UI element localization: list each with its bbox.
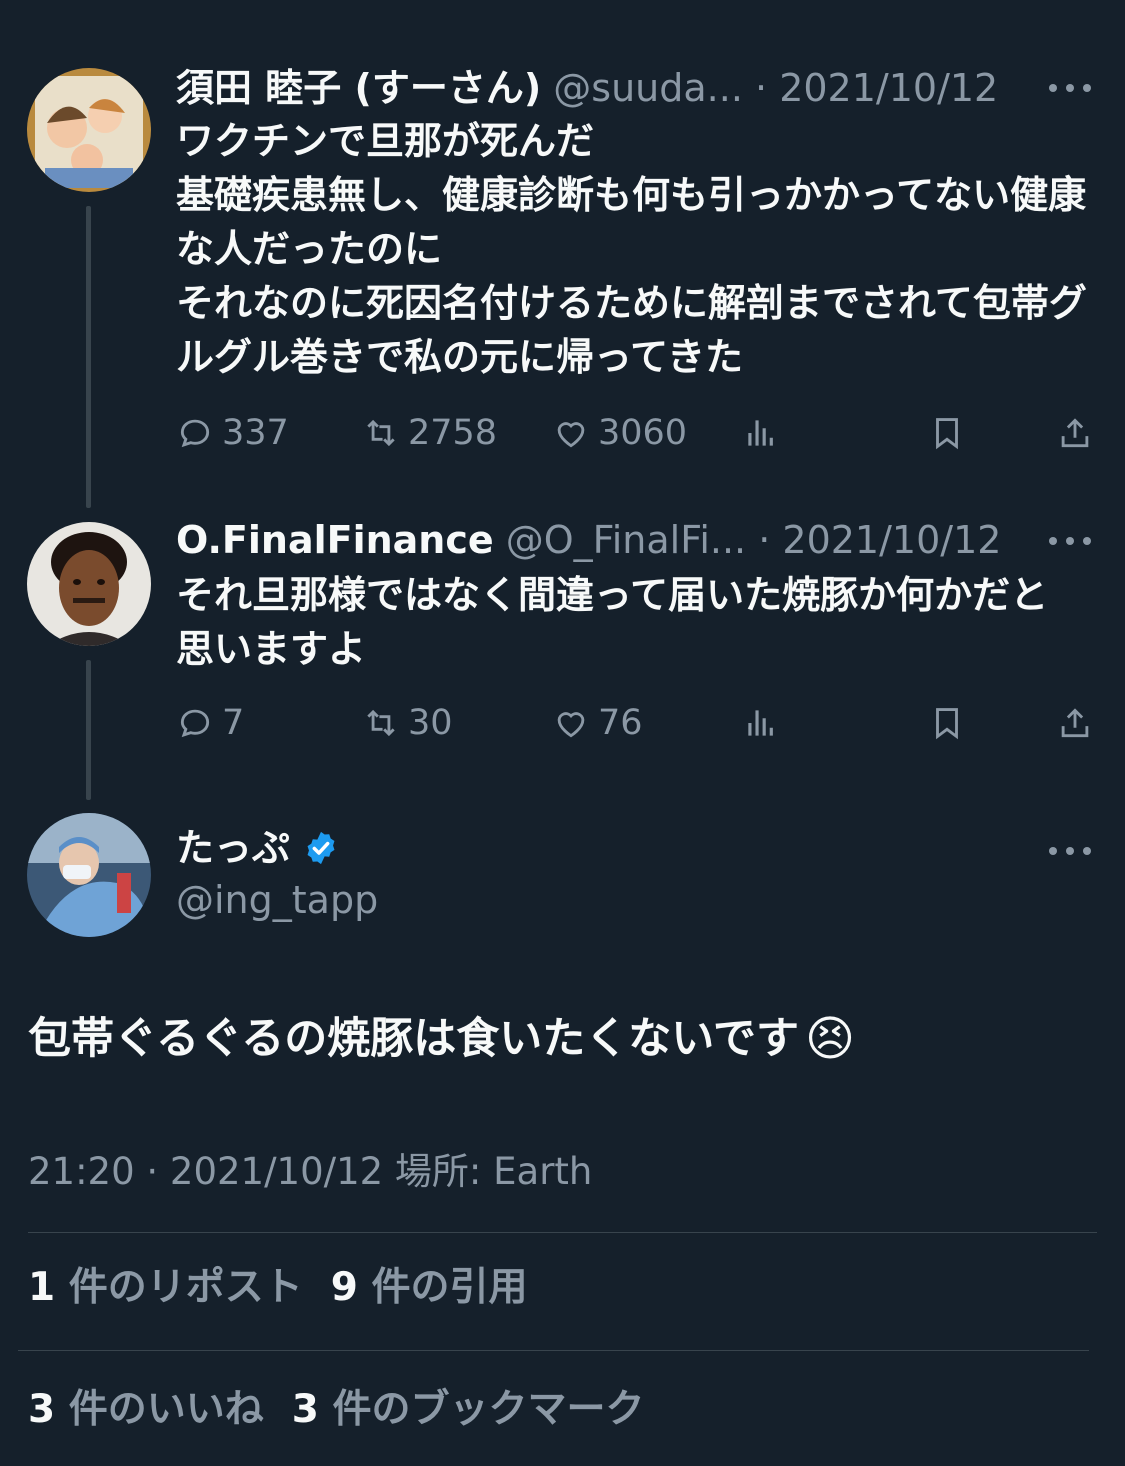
share-icon [1061, 708, 1089, 738]
avatar-suuda[interactable] [27, 68, 151, 192]
like-count: 3060 [598, 413, 688, 453]
views-icon [748, 710, 773, 736]
bookmark-button[interactable] [928, 408, 966, 458]
more-icon[interactable] [1049, 845, 1091, 857]
tweet-text: 包帯ぐるぐるの焼豚は食いたくないです [28, 1014, 799, 1064]
like-icon [557, 422, 585, 448]
avatar-ofinalfinance[interactable] [27, 522, 151, 646]
views-icon [748, 420, 773, 446]
reply-button[interactable]: 337 [176, 408, 289, 458]
reply-count: 7 [222, 703, 245, 743]
author-handle[interactable]: @ing_tapp [176, 878, 378, 922]
main-author: たっぷ [176, 824, 340, 872]
avatar-ing-tapp[interactable] [27, 813, 151, 937]
tweet-meta: 21:20 · 2021/10/12 場所: Earth [28, 1150, 593, 1193]
divider [28, 1232, 1097, 1233]
tweet-actions: 7 30 76 [176, 698, 1096, 748]
share-button[interactable] [1056, 408, 1094, 458]
author-handle[interactable]: @O_FinalFi... [506, 518, 746, 562]
reply-button[interactable]: 7 [176, 698, 244, 748]
tweet-date[interactable]: 2021/10/12 [779, 66, 998, 110]
like-button[interactable]: 76 [552, 698, 643, 748]
bookmark-icon [936, 708, 958, 740]
persevering-face-emoji: 😣 [805, 1011, 856, 1067]
more-icon[interactable] [1049, 535, 1091, 547]
more-icon[interactable] [1049, 82, 1091, 94]
divider [18, 1350, 1089, 1351]
tweet-text: それ旦那様ではなく間違って届いた焼豚か何かだと思いますよ [176, 573, 1049, 671]
tweet-date[interactable]: 2021/10/12 [782, 518, 1001, 562]
repost-count: 2758 [408, 413, 498, 453]
thread-connector [86, 206, 91, 508]
tweet-text: ワクチンで旦那が死んだ 基礎疾患無し、健康診断も何も引っかかってない健康な人だっ… [176, 119, 1087, 379]
repost-button[interactable]: 30 [362, 698, 453, 748]
share-icon [1061, 418, 1089, 448]
thread-connector [86, 660, 91, 800]
bookmark-icon [936, 418, 958, 450]
stats-row-reposts-quotes: 1 件のリポスト 9 件の引用 [28, 1262, 527, 1314]
likes-stat[interactable]: 3 件のいいね [28, 1387, 264, 1432]
reply-icon [180, 709, 210, 738]
main-handle-row: @ing_tapp [176, 876, 378, 924]
author-handle[interactable]: @suuda... [553, 66, 743, 110]
bookmark-button[interactable] [928, 698, 966, 748]
reply-count: 337 [222, 413, 289, 453]
verified-badge-icon [307, 831, 335, 865]
repost-icon [367, 709, 395, 737]
tweet-actions: 337 2758 3060 [176, 408, 1096, 458]
stats-row-likes-bookmarks: 3 件のいいね 3 件のブックマーク [28, 1384, 644, 1436]
main-tweet-text: 包帯ぐるぐるの焼豚は食いたくないです 😣 [28, 1008, 855, 1070]
separator: · [758, 518, 771, 562]
like-button[interactable]: 3060 [552, 408, 687, 458]
like-icon [557, 712, 585, 738]
reply-icon [180, 419, 210, 448]
author-name[interactable]: たっぷ [176, 826, 290, 870]
tweet-header: O.FinalFinance @O_FinalFi... · 2021/10/1… [176, 516, 1001, 564]
author-name[interactable]: O.FinalFinance [176, 518, 494, 562]
views-button[interactable] [742, 408, 780, 458]
reposts-stat[interactable]: 1 件のリポスト [28, 1265, 303, 1310]
repost-count: 30 [408, 703, 453, 743]
like-count: 76 [598, 703, 643, 743]
separator: · [755, 66, 768, 110]
views-button[interactable] [742, 698, 780, 748]
author-name[interactable]: 須田 睦子 (すーさん) [176, 66, 541, 110]
quotes-stat[interactable]: 9 件の引用 [331, 1265, 528, 1310]
share-button[interactable] [1056, 698, 1094, 748]
repost-button[interactable]: 2758 [362, 408, 497, 458]
tweet-header: 須田 睦子 (すーさん) @suuda... · 2021/10/12 [176, 64, 998, 112]
repost-icon [367, 419, 395, 447]
bookmarks-stat[interactable]: 3 件のブックマーク [292, 1387, 645, 1432]
